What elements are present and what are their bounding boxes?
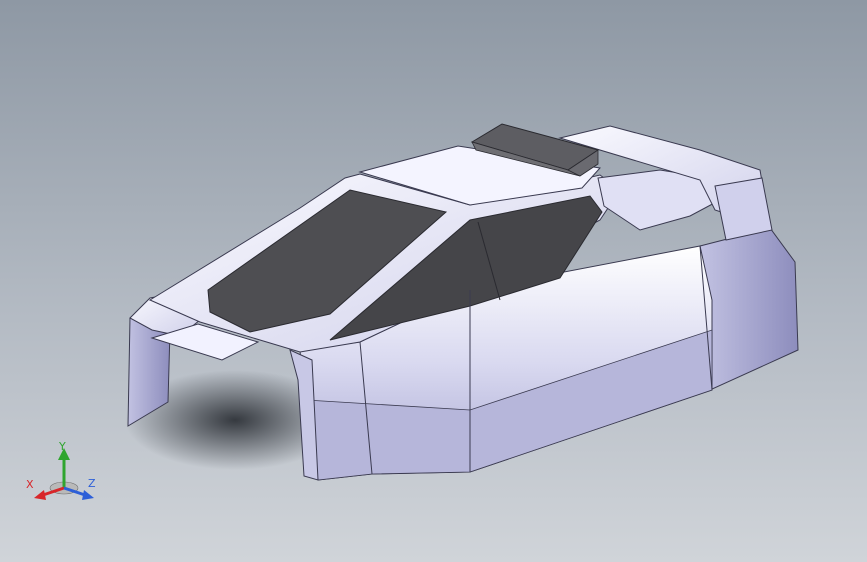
orientation-triad[interactable]: Y X Z (24, 440, 104, 510)
z-axis-label: Z (88, 477, 96, 490)
rear-side-panel (699, 227, 799, 391)
y-axis-label: Y (58, 440, 66, 453)
car-body-3d-model[interactable] (0, 0, 867, 562)
x-axis-label: X (26, 478, 34, 491)
rear-right-block-side (714, 177, 773, 241)
z-arrow-icon (82, 490, 94, 500)
x-arrow-icon (34, 490, 46, 500)
graphics-viewport[interactable]: Y X Z (0, 0, 867, 562)
triad-graphic: Y X Z (26, 440, 96, 500)
